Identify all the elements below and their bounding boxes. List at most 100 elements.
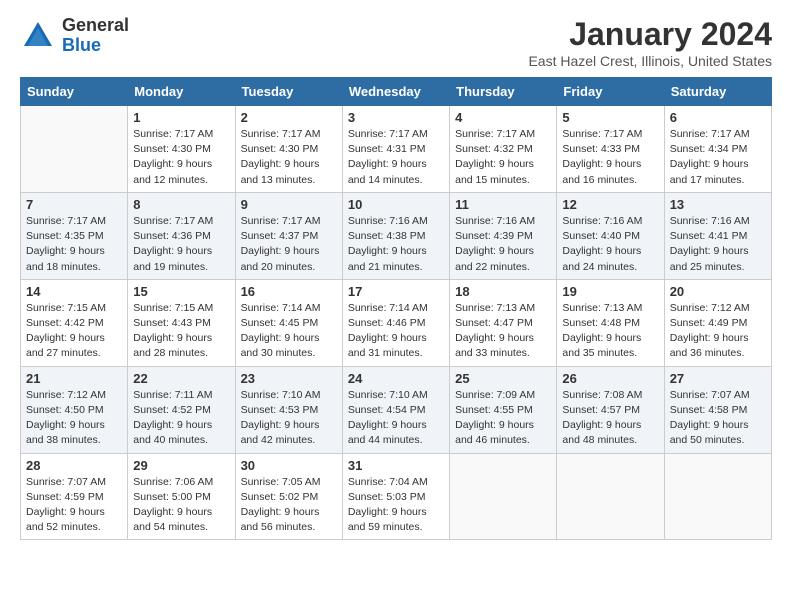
subtitle: East Hazel Crest, Illinois, United State… (528, 53, 772, 69)
cell-w3-d2: 15 Sunrise: 7:15 AMSunset: 4:43 PMDayligh… (128, 279, 235, 366)
day-number: 23 (241, 371, 337, 386)
day-info: Sunrise: 7:08 AMSunset: 4:57 PMDaylight:… (562, 388, 658, 449)
day-info: Sunrise: 7:10 AMSunset: 4:53 PMDaylight:… (241, 388, 337, 449)
cell-w2-d1: 7 Sunrise: 7:17 AMSunset: 4:35 PMDaylight… (21, 192, 128, 279)
day-number: 1 (133, 110, 229, 125)
cell-w5-d2: 29 Sunrise: 7:06 AMSunset: 5:00 PMDayligh… (128, 453, 235, 540)
logo: General Blue (20, 16, 129, 56)
cell-w1-d5: 4 Sunrise: 7:17 AMSunset: 4:32 PMDaylight… (450, 106, 557, 193)
day-number: 13 (670, 197, 766, 212)
day-info: Sunrise: 7:15 AMSunset: 4:42 PMDaylight:… (26, 301, 122, 362)
day-info: Sunrise: 7:16 AMSunset: 4:41 PMDaylight:… (670, 214, 766, 275)
cell-w4-d2: 22 Sunrise: 7:11 AMSunset: 4:52 PMDayligh… (128, 366, 235, 453)
day-number: 6 (670, 110, 766, 125)
day-number: 8 (133, 197, 229, 212)
week-row-2: 7 Sunrise: 7:17 AMSunset: 4:35 PMDaylight… (21, 192, 772, 279)
cell-w5-d1: 28 Sunrise: 7:07 AMSunset: 4:59 PMDayligh… (21, 453, 128, 540)
day-number: 28 (26, 458, 122, 473)
day-info: Sunrise: 7:04 AMSunset: 5:03 PMDaylight:… (348, 475, 444, 536)
day-number: 7 (26, 197, 122, 212)
day-info: Sunrise: 7:07 AMSunset: 4:59 PMDaylight:… (26, 475, 122, 536)
day-number: 14 (26, 284, 122, 299)
header: General Blue January 2024 East Hazel Cre… (20, 16, 772, 69)
day-info: Sunrise: 7:14 AMSunset: 4:46 PMDaylight:… (348, 301, 444, 362)
week-row-4: 21 Sunrise: 7:12 AMSunset: 4:50 PMDayligh… (21, 366, 772, 453)
day-info: Sunrise: 7:10 AMSunset: 4:54 PMDaylight:… (348, 388, 444, 449)
cell-w3-d4: 17 Sunrise: 7:14 AMSunset: 4:46 PMDayligh… (342, 279, 449, 366)
day-number: 11 (455, 197, 551, 212)
day-info: Sunrise: 7:16 AMSunset: 4:40 PMDaylight:… (562, 214, 658, 275)
day-info: Sunrise: 7:11 AMSunset: 4:52 PMDaylight:… (133, 388, 229, 449)
day-info: Sunrise: 7:05 AMSunset: 5:02 PMDaylight:… (241, 475, 337, 536)
cell-w1-d2: 1 Sunrise: 7:17 AMSunset: 4:30 PMDaylight… (128, 106, 235, 193)
day-number: 25 (455, 371, 551, 386)
cell-w4-d7: 27 Sunrise: 7:07 AMSunset: 4:58 PMDayligh… (664, 366, 771, 453)
cell-w3-d1: 14 Sunrise: 7:15 AMSunset: 4:42 PMDayligh… (21, 279, 128, 366)
cell-w1-d6: 5Sunrise: 7:17 AMSunset: 4:33 PMDaylight… (557, 106, 664, 193)
cell-w4-d1: 21 Sunrise: 7:12 AMSunset: 4:50 PMDayligh… (21, 366, 128, 453)
logo-icon (20, 18, 56, 54)
main-title: January 2024 (528, 16, 772, 53)
day-info: Sunrise: 7:09 AMSunset: 4:55 PMDaylight:… (455, 388, 551, 449)
header-thursday: Thursday (450, 78, 557, 106)
day-number: 21 (26, 371, 122, 386)
header-saturday: Saturday (664, 78, 771, 106)
cell-w1-d7: 6Sunrise: 7:17 AMSunset: 4:34 PMDaylight… (664, 106, 771, 193)
cell-w2-d6: 12 Sunrise: 7:16 AMSunset: 4:40 PMDayligh… (557, 192, 664, 279)
title-block: January 2024 East Hazel Crest, Illinois,… (528, 16, 772, 69)
day-number: 4 (455, 110, 551, 125)
header-friday: Friday (557, 78, 664, 106)
day-info: Sunrise: 7:07 AMSunset: 4:58 PMDaylight:… (670, 388, 766, 449)
day-number: 3 (348, 110, 444, 125)
day-number: 9 (241, 197, 337, 212)
week-row-5: 28 Sunrise: 7:07 AMSunset: 4:59 PMDayligh… (21, 453, 772, 540)
day-info: Sunrise: 7:17 AMSunset: 4:36 PMDaylight:… (133, 214, 229, 275)
day-info: Sunrise: 7:14 AMSunset: 4:45 PMDaylight:… (241, 301, 337, 362)
day-number: 31 (348, 458, 444, 473)
day-info: Sunrise: 7:17 AMSunset: 4:33 PMDaylight:… (562, 127, 658, 188)
cell-w5-d3: 30Sunrise: 7:05 AMSunset: 5:02 PMDayligh… (235, 453, 342, 540)
cell-w3-d6: 19 Sunrise: 7:13 AMSunset: 4:48 PMDayligh… (557, 279, 664, 366)
cell-w4-d4: 24 Sunrise: 7:10 AMSunset: 4:54 PMDayligh… (342, 366, 449, 453)
day-number: 24 (348, 371, 444, 386)
day-info: Sunrise: 7:06 AMSunset: 5:00 PMDaylight:… (133, 475, 229, 536)
logo-blue-label: Blue (62, 36, 129, 56)
day-number: 29 (133, 458, 229, 473)
day-info: Sunrise: 7:17 AMSunset: 4:32 PMDaylight:… (455, 127, 551, 188)
header-monday: Monday (128, 78, 235, 106)
cell-w4-d5: 25 Sunrise: 7:09 AMSunset: 4:55 PMDayligh… (450, 366, 557, 453)
day-number: 15 (133, 284, 229, 299)
day-info: Sunrise: 7:12 AMSunset: 4:50 PMDaylight:… (26, 388, 122, 449)
day-number: 27 (670, 371, 766, 386)
calendar-table: SundayMondayTuesdayWednesdayThursdayFrid… (20, 77, 772, 540)
week-row-3: 14 Sunrise: 7:15 AMSunset: 4:42 PMDayligh… (21, 279, 772, 366)
day-info: Sunrise: 7:17 AMSunset: 4:31 PMDaylight:… (348, 127, 444, 188)
day-number: 26 (562, 371, 658, 386)
day-number: 17 (348, 284, 444, 299)
day-number: 19 (562, 284, 658, 299)
week-row-1: 1 Sunrise: 7:17 AMSunset: 4:30 PMDaylight… (21, 106, 772, 193)
day-info: Sunrise: 7:12 AMSunset: 4:49 PMDaylight:… (670, 301, 766, 362)
day-info: Sunrise: 7:17 AMSunset: 4:37 PMDaylight:… (241, 214, 337, 275)
calendar-body: 1 Sunrise: 7:17 AMSunset: 4:30 PMDaylight… (21, 106, 772, 540)
day-number: 16 (241, 284, 337, 299)
day-number: 22 (133, 371, 229, 386)
day-info: Sunrise: 7:17 AMSunset: 4:30 PMDaylight:… (133, 127, 229, 188)
logo-text: General Blue (62, 16, 129, 56)
day-info: Sunrise: 7:17 AMSunset: 4:35 PMDaylight:… (26, 214, 122, 275)
cell-w3-d5: 18Sunrise: 7:13 AMSunset: 4:47 PMDayligh… (450, 279, 557, 366)
day-info: Sunrise: 7:15 AMSunset: 4:43 PMDaylight:… (133, 301, 229, 362)
logo-general-label: General (62, 16, 129, 36)
day-info: Sunrise: 7:13 AMSunset: 4:48 PMDaylight:… (562, 301, 658, 362)
page: General Blue January 2024 East Hazel Cre… (0, 0, 792, 612)
header-tuesday: Tuesday (235, 78, 342, 106)
calendar-header: SundayMondayTuesdayWednesdayThursdayFrid… (21, 78, 772, 106)
cell-w1-d4: 3 Sunrise: 7:17 AMSunset: 4:31 PMDaylight… (342, 106, 449, 193)
header-sunday: Sunday (21, 78, 128, 106)
day-number: 12 (562, 197, 658, 212)
cell-w2-d3: 9 Sunrise: 7:17 AMSunset: 4:37 PMDaylight… (235, 192, 342, 279)
cell-w1-d3: 2Sunrise: 7:17 AMSunset: 4:30 PMDaylight… (235, 106, 342, 193)
day-number: 2 (241, 110, 337, 125)
cell-w2-d4: 10Sunrise: 7:16 AMSunset: 4:38 PMDayligh… (342, 192, 449, 279)
header-wednesday: Wednesday (342, 78, 449, 106)
